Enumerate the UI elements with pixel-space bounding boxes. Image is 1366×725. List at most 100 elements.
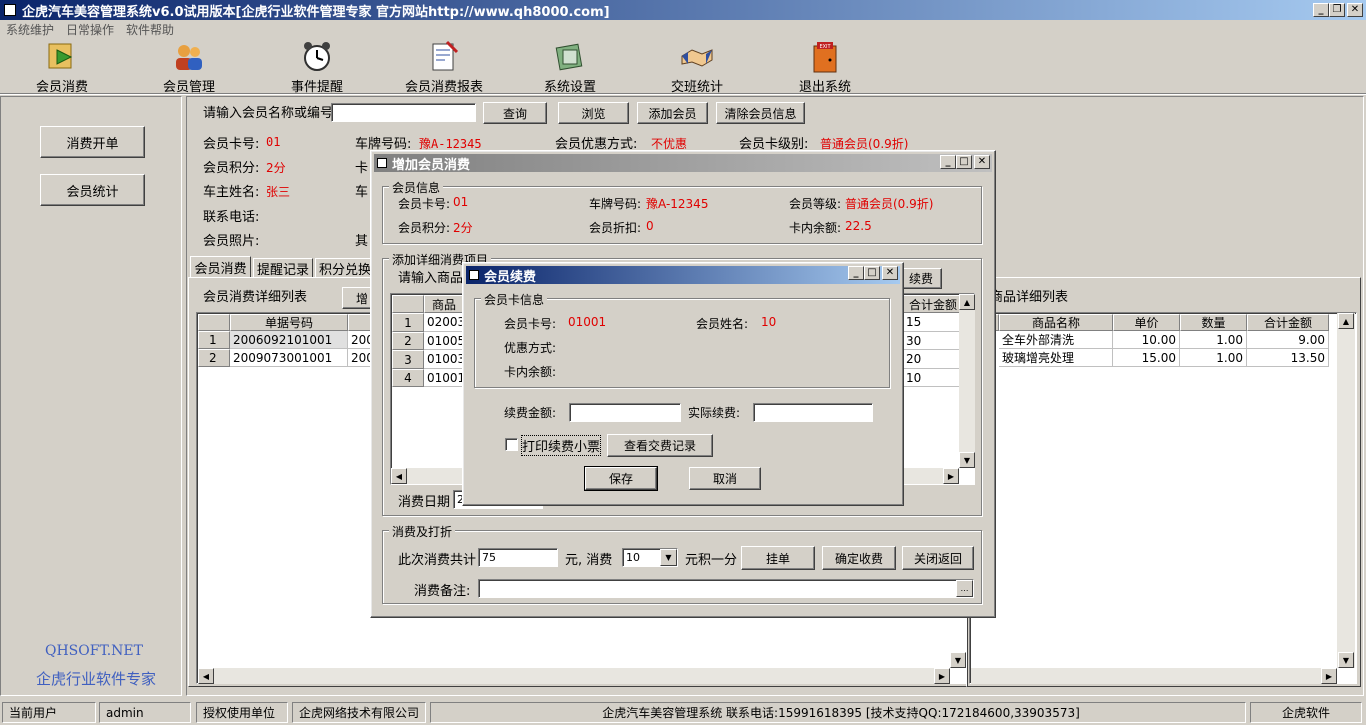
- tab-reminder-records[interactable]: 提醒记录: [253, 258, 313, 278]
- minimize-button[interactable]: _: [1313, 3, 1329, 17]
- dlg-row-3-code[interactable]: 01003: [424, 350, 464, 369]
- confirm-charge-button[interactable]: 确定收费: [822, 546, 896, 570]
- add-dialog-minimize[interactable]: _: [940, 155, 956, 169]
- view-payment-history-button[interactable]: 查看交费记录: [607, 434, 713, 457]
- card-partial-label: 卡: [355, 161, 369, 176]
- member-info-group-title: 会员信息: [389, 179, 444, 196]
- add-dialog-maximize[interactable]: □: [956, 155, 972, 169]
- consume-scroll-left[interactable]: ◀: [198, 668, 214, 684]
- consume-row-2-id[interactable]: 2009073001001: [230, 349, 348, 367]
- dlg-items-scroll-down[interactable]: ▼: [959, 452, 975, 468]
- product-grid-hscrollbar[interactable]: [971, 668, 1337, 684]
- dlg-row-2-code[interactable]: 01005: [424, 332, 464, 350]
- card-info-group-title: 会员卡信息: [481, 291, 548, 308]
- product-scroll-down[interactable]: ▼: [1338, 652, 1354, 668]
- owner-value: 张三: [266, 185, 291, 199]
- member-manage-icon: [176, 45, 202, 70]
- dlg-row-2-index: 2: [392, 332, 424, 350]
- consume-scroll-down[interactable]: ▼: [950, 652, 966, 668]
- product-row-2-name[interactable]: 玻璃增亮处理: [999, 349, 1113, 367]
- note-ellipsis-button[interactable]: …: [956, 580, 973, 597]
- dlg-discount-value: 0: [646, 219, 654, 233]
- add-member-button[interactable]: 添加会员: [637, 102, 708, 124]
- dlg-items-vscrollbar[interactable]: [959, 294, 975, 468]
- dlg-row-3-total[interactable]: 20: [903, 350, 961, 369]
- dlg-points-label: 会员积分:: [398, 221, 451, 235]
- toolbar-consume-report[interactable]: 会员消费报表: [398, 40, 490, 95]
- hold-button[interactable]: 挂单: [741, 546, 815, 570]
- renew-dialog-minimize[interactable]: _: [848, 266, 864, 280]
- browse-button[interactable]: 浏览: [558, 102, 629, 124]
- toolbar-member-consume[interactable]: 会员消费: [17, 40, 107, 95]
- renew-card-value: 01001: [568, 315, 607, 329]
- menu-bar: 系统维护 日常操作 软件帮助: [0, 20, 174, 38]
- actual-renew-input[interactable]: [753, 403, 873, 422]
- toolbar-shift-stats[interactable]: 交班统计: [652, 40, 742, 95]
- dlg-items-scroll-up[interactable]: ▲: [959, 294, 975, 310]
- note-input[interactable]: [478, 579, 974, 598]
- dlg-card-label: 会员卡号:: [398, 197, 451, 211]
- print-receipt-label[interactable]: 打印续费小票: [520, 435, 602, 456]
- dlg-grade-label: 会员等级:: [789, 197, 842, 211]
- menu-daily[interactable]: 日常操作: [66, 21, 114, 38]
- product-header-total: 合计金额: [1247, 314, 1329, 331]
- product-row-2-qty[interactable]: 1.00: [1180, 349, 1247, 367]
- renew-dialog-maximize[interactable]: □: [864, 266, 880, 280]
- status-auth-label: 授权使用单位: [196, 702, 288, 723]
- product-header-qty: 数量: [1180, 314, 1247, 331]
- status-brand: 企虎软件: [1250, 702, 1362, 723]
- product-row-1-total[interactable]: 9.00: [1247, 331, 1329, 349]
- menu-help[interactable]: 软件帮助: [126, 21, 174, 38]
- total-input[interactable]: 75: [478, 548, 558, 567]
- product-scroll-up[interactable]: ▲: [1338, 313, 1354, 329]
- product-row-1-price[interactable]: 10.00: [1113, 331, 1180, 349]
- toolbar-system-settings[interactable]: 系统设置: [525, 40, 615, 95]
- rate-select-dropdown-icon[interactable]: ▼: [660, 549, 677, 566]
- query-button[interactable]: 查询: [483, 102, 547, 124]
- print-receipt-checkbox[interactable]: [505, 438, 518, 451]
- product-row-2-price[interactable]: 15.00: [1113, 349, 1180, 367]
- product-grid-vscrollbar[interactable]: [1337, 313, 1355, 668]
- clear-member-button[interactable]: 清除会员信息: [716, 102, 805, 124]
- renew-dialog-close[interactable]: ✕: [882, 266, 898, 280]
- close-return-button[interactable]: 关闭返回: [902, 546, 974, 570]
- restore-button[interactable]: ❐: [1329, 3, 1345, 17]
- open-order-button[interactable]: 消费开单: [40, 126, 145, 158]
- renew-dialog-titlebar: 会员续费: [466, 266, 900, 285]
- search-input[interactable]: [331, 103, 476, 122]
- consume-row-1-id[interactable]: 2006092101001: [230, 331, 348, 349]
- cancel-button[interactable]: 取消: [689, 467, 761, 490]
- app-icon: [4, 4, 16, 16]
- renew-dialog-title: 会员续费: [484, 269, 537, 285]
- add-dialog-close[interactable]: ✕: [974, 155, 990, 169]
- tab-member-consume[interactable]: 会员消费: [190, 256, 251, 278]
- product-row-1-qty[interactable]: 1.00: [1180, 331, 1247, 349]
- toolbar-member-manage[interactable]: 会员管理: [144, 40, 234, 95]
- toolbar-event-reminder[interactable]: 事件提醒: [272, 40, 362, 95]
- consume-scroll-right[interactable]: ▶: [934, 668, 950, 684]
- renew-amount-input[interactable]: [569, 403, 681, 422]
- renew-balance-label: 卡内余额:: [504, 365, 557, 379]
- dlg-row-4-code[interactable]: 01001: [424, 369, 464, 387]
- menu-system[interactable]: 系统维护: [6, 21, 54, 38]
- tab-points-exchange[interactable]: 积分兑换: [315, 258, 375, 278]
- product-row-2-total[interactable]: 13.50: [1247, 349, 1329, 367]
- dlg-items-scroll-left[interactable]: ◀: [391, 468, 407, 484]
- product-row-1-name[interactable]: 全车外部清洗: [999, 331, 1113, 349]
- dlg-balance-label: 卡内余额:: [789, 221, 842, 235]
- product-header-price: 单价: [1113, 314, 1180, 331]
- dlg-items-scroll-right[interactable]: ▶: [943, 468, 959, 484]
- dlg-row-2-total[interactable]: 30: [903, 332, 961, 350]
- product-scroll-right[interactable]: ▶: [1321, 668, 1337, 684]
- save-button[interactable]: 保存: [584, 466, 658, 491]
- renew-button[interactable]: 续费: [900, 268, 942, 289]
- dlg-row-4-total[interactable]: 10: [903, 369, 961, 387]
- product-header-name: 商品名称: [999, 314, 1113, 331]
- member-stats-button[interactable]: 会员统计: [40, 174, 145, 206]
- consume-grid-hscrollbar[interactable]: [198, 668, 948, 684]
- dlg-items-corner: [392, 295, 424, 313]
- toolbar-exit[interactable]: EXIT 退出系统: [780, 40, 870, 95]
- dlg-row-1-total[interactable]: 15: [903, 313, 961, 332]
- close-button[interactable]: ✕: [1347, 3, 1363, 17]
- dlg-row-1-code[interactable]: 02003: [424, 313, 464, 332]
